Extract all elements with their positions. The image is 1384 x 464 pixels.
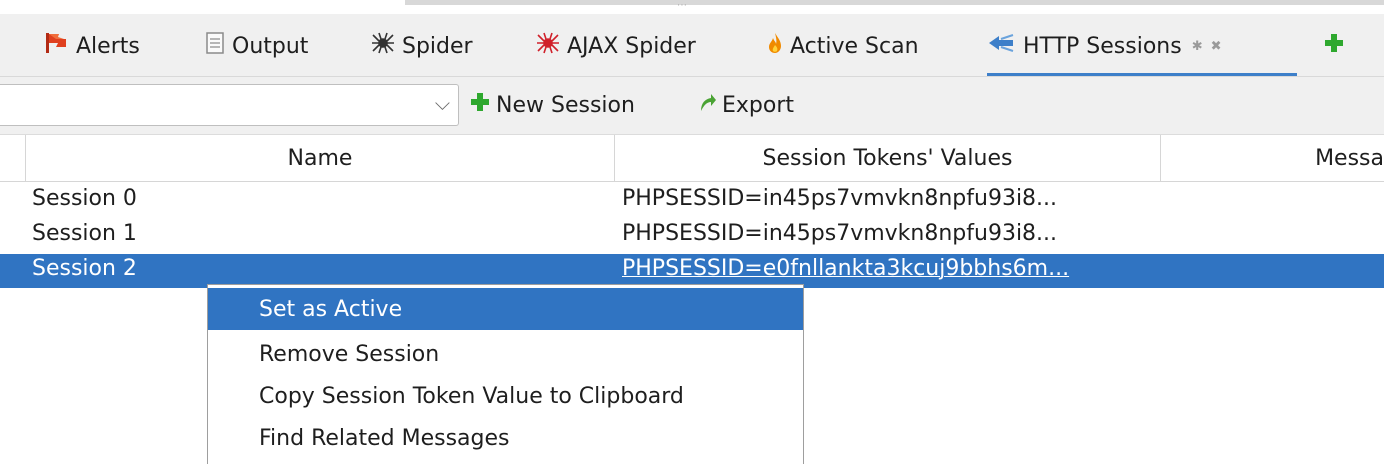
plus-icon bbox=[1323, 32, 1345, 60]
context-menu: Set as Active Remove Session Copy Sessio… bbox=[207, 284, 804, 464]
tab-output[interactable]: Output bbox=[204, 28, 308, 64]
tab-spider-label: Spider bbox=[402, 33, 473, 59]
tab-http-sessions[interactable]: HTTP Sessions ✱ ✖ bbox=[987, 28, 1297, 76]
header-spacer bbox=[0, 135, 26, 181]
tab-alerts-label: Alerts bbox=[76, 33, 140, 59]
table-header: Name Session Tokens' Values Messa bbox=[0, 135, 1384, 182]
export-icon bbox=[697, 91, 717, 119]
session-tokens: PHPSESSID=e0fnllankta3kcuj9bbhs6m... bbox=[622, 256, 1070, 281]
menu-item-remove-session[interactable]: Remove Session bbox=[208, 333, 803, 375]
close-icon[interactable]: ✖ bbox=[1211, 39, 1222, 54]
document-icon bbox=[204, 31, 226, 61]
session-name: Session 1 bbox=[32, 221, 137, 246]
toolbar: ⌵ New Session Export bbox=[0, 77, 1384, 135]
resize-grip-icon[interactable]: ⋯ bbox=[677, 1, 688, 11]
menu-item-label: Copy Session Token Value to Clipboard bbox=[259, 383, 684, 409]
header-name[interactable]: Name bbox=[26, 135, 615, 181]
flame-icon bbox=[766, 31, 784, 61]
spider-icon bbox=[370, 31, 396, 61]
tab-active-scan[interactable]: Active Scan bbox=[766, 28, 919, 64]
plus-icon bbox=[469, 91, 491, 119]
top-strip: ⋯ bbox=[0, 0, 1384, 14]
new-session-button[interactable]: New Session bbox=[469, 89, 635, 121]
menu-item-set-as-active[interactable]: Set as Active bbox=[208, 288, 803, 330]
chevron-down-icon[interactable]: ⌵ bbox=[435, 91, 450, 115]
panel-divider[interactable] bbox=[405, 0, 1384, 5]
http-sessions-icon bbox=[987, 31, 1017, 61]
site-select[interactable]: ⌵ bbox=[0, 84, 459, 126]
flag-icon bbox=[44, 31, 70, 61]
menu-item-label: Remove Session bbox=[259, 341, 440, 367]
menu-item-find-related[interactable]: Find Related Messages bbox=[208, 417, 803, 459]
menu-item-label: Set as Active bbox=[259, 296, 403, 322]
header-session-tokens[interactable]: Session Tokens' Values bbox=[615, 135, 1161, 181]
red-spider-icon bbox=[535, 31, 561, 61]
tab-ajax-spider-label: AJAX Spider bbox=[567, 33, 696, 59]
table-row-selected[interactable]: Session 2 PHPSESSID=e0fnllankta3kcuj9bbh… bbox=[0, 254, 1384, 288]
header-messages[interactable]: Messa bbox=[1161, 135, 1384, 181]
tab-ajax-spider[interactable]: AJAX Spider bbox=[535, 28, 696, 64]
table-row[interactable]: Session 0 PHPSESSID=in45ps7vmvkn8npfu93i… bbox=[0, 184, 1384, 218]
session-tokens: PHPSESSID=in45ps7vmvkn8npfu93i8... bbox=[622, 221, 1058, 246]
tab-active-scan-label: Active Scan bbox=[790, 33, 919, 59]
new-session-label: New Session bbox=[496, 92, 635, 118]
tab-spider[interactable]: Spider bbox=[370, 28, 473, 64]
pin-icon[interactable]: ✱ bbox=[1192, 39, 1203, 54]
tab-http-sessions-label: HTTP Sessions bbox=[1023, 33, 1182, 59]
menu-item-copy-token[interactable]: Copy Session Token Value to Clipboard bbox=[208, 375, 803, 417]
session-tokens: PHPSESSID=in45ps7vmvkn8npfu93i8... bbox=[622, 186, 1058, 211]
add-tab-button[interactable] bbox=[1323, 28, 1351, 64]
export-button[interactable]: Export bbox=[697, 89, 794, 121]
export-label: Export bbox=[722, 92, 795, 118]
tab-alerts[interactable]: Alerts bbox=[44, 28, 140, 64]
tab-output-label: Output bbox=[232, 33, 309, 59]
tab-bar: Alerts Output Spider AJAX Spider Active … bbox=[0, 14, 1384, 77]
table-row[interactable]: Session 1 PHPSESSID=in45ps7vmvkn8npfu93i… bbox=[0, 219, 1384, 253]
menu-item-label: Find Related Messages bbox=[259, 425, 510, 451]
session-name: Session 2 bbox=[32, 256, 137, 281]
session-name: Session 0 bbox=[32, 186, 137, 211]
